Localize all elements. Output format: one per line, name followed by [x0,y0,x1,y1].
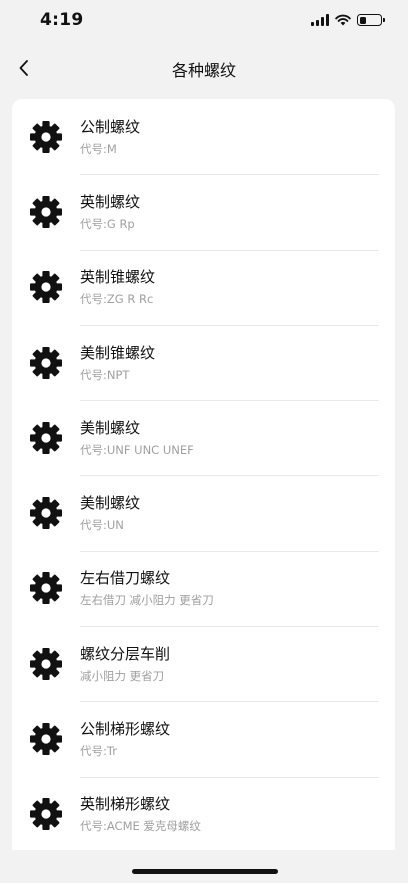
list-item[interactable]: 公制梯形螺纹 代号:Tr [12,701,395,776]
list-item-text: 螺纹分层车削 减小阻力 更省刀 [80,644,379,684]
list-item-subtitle: 代号:NPT [80,367,130,382]
list-item-subtitle: 代号:ZG R Rc [80,292,154,307]
list-item-text: 美制锥螺纹 代号:NPT [80,343,379,383]
list-item[interactable]: 螺纹分层车削 减小阻力 更省刀 [12,626,395,701]
list-item-subtitle: 减小阻力 更省刀 [80,668,165,683]
list-item[interactable]: 英制梯形螺纹 代号:ACME 爱克母螺纹 [12,776,395,852]
list-item-subtitle: 代号:ACME 爱克母螺纹 [80,819,201,834]
gear-icon [30,723,62,756]
list-item-subtitle: 代号:UNF UNC UNEF [80,442,194,457]
gear-icon [30,120,62,153]
list-item-text: 英制锥螺纹 代号:ZG R Rc [80,267,379,307]
list-item[interactable]: 美制螺纹 代号:UNF UNC UNEF [12,400,395,475]
list-item-text: 美制螺纹 代号:UNF UNC UNEF [80,418,379,458]
gear-icon [30,497,62,530]
nav-bar: 各种螺纹 [0,46,408,90]
gear-icon [30,195,62,228]
cellular-signal-icon [311,14,329,26]
list-item[interactable]: 美制螺纹 代号:UN [12,475,395,550]
gear-icon [30,271,62,304]
status-icons [311,14,385,26]
gear-icon [30,346,62,379]
list-item-text: 美制螺纹 代号:UN [80,493,379,533]
list-item[interactable]: 英制锥螺纹 代号:ZG R Rc [12,249,395,325]
list-item-title: 美制螺纹 [80,494,141,513]
list-item[interactable]: 英制螺纹 代号:G Rp [12,174,395,249]
gear-icon [30,572,62,605]
bottom-area [0,850,408,883]
list-item-title: 英制梯形螺纹 [80,795,171,814]
list-item-title: 英制螺纹 [80,192,141,211]
wifi-icon [335,14,351,26]
list-item-title: 英制锥螺纹 [80,268,156,287]
status-bar: 4:19 [0,0,408,46]
list-item[interactable]: 左右借刀螺纹 左右借刀 减小阻力 更省刀 [12,550,395,626]
list-item-title: 左右借刀螺纹 [80,569,171,588]
gear-icon [30,421,62,454]
list-item-title: 公制梯形螺纹 [80,720,171,739]
home-indicator[interactable] [132,869,278,874]
battery-level [359,16,366,24]
list-item-text: 公制螺纹 代号:M [80,117,379,157]
status-time: 4:19 [40,10,84,30]
list-item-text: 英制螺纹 代号:G Rp [80,192,379,232]
list-item-subtitle: 代号:M [80,141,117,156]
list-item-title: 美制螺纹 [80,418,141,437]
list-item-text: 公制梯形螺纹 代号:Tr [80,719,379,759]
list-item-title: 美制锥螺纹 [80,343,156,362]
list-item-title: 螺纹分层车削 [80,644,171,663]
list-item-subtitle: 代号:UN [80,518,124,533]
list-item-title: 公制螺纹 [80,117,141,136]
gear-icon [30,647,62,680]
list-item-subtitle: 左右借刀 减小阻力 更省刀 [80,593,214,608]
list-item-subtitle: 代号:Tr [80,744,117,759]
list-item-text: 左右借刀螺纹 左右借刀 减小阻力 更省刀 [80,568,379,608]
gear-icon [30,798,62,831]
list-item-subtitle: 代号:G Rp [80,216,135,231]
list-item[interactable]: 公制螺纹 代号:M [12,99,395,174]
page-title: 各种螺纹 [171,61,236,80]
list-item-text: 英制梯形螺纹 代号:ACME 爱克母螺纹 [80,794,379,834]
list-item[interactable]: 美制锥螺纹 代号:NPT [12,324,395,400]
battery-icon [357,14,385,26]
thread-list: 公制螺纹 代号:M 英制螺纹 代号:G Rp 英制锥螺纹 代号:ZG R Rc … [12,99,395,859]
